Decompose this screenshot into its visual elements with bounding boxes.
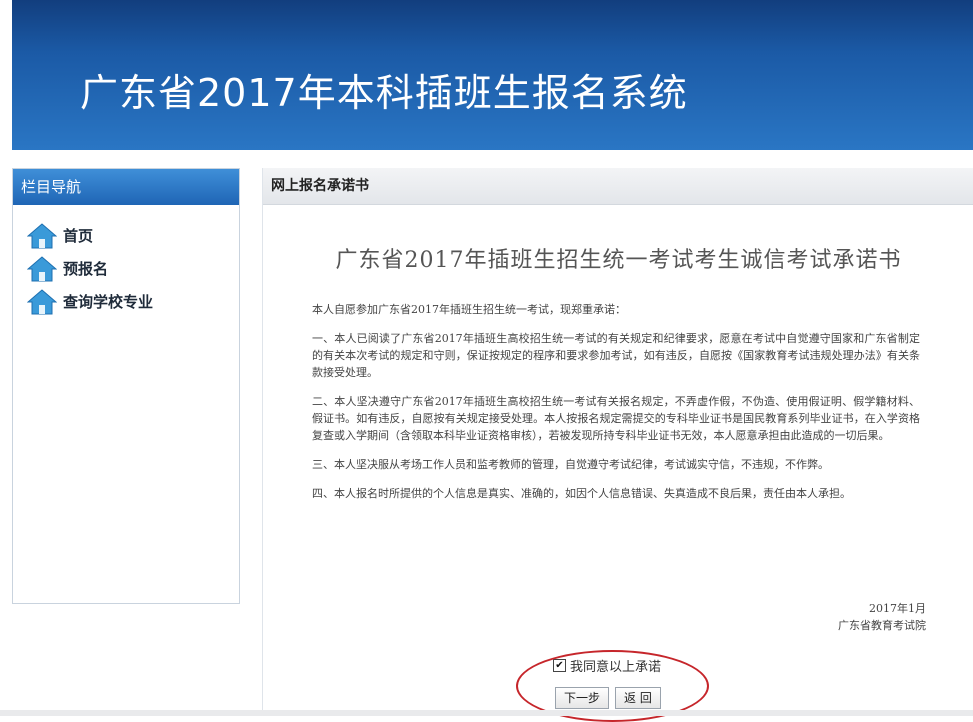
signature-block: 2017年1月 广东省教育考试院 xyxy=(838,600,926,634)
document-paragraph: 三、本人坚决服从考场工作人员和监考教师的管理，自觉遵守考试纪律，考试诚实守信，不… xyxy=(312,458,829,471)
sidebar-header: 栏目导航 xyxy=(13,169,239,205)
document-body: 本人自愿参加广东省2017年插班生招生统一考试，现郑重承诺： 一、本人已阅读了广… xyxy=(312,301,920,514)
sidebar-item-query-school-major[interactable]: 查询学校专业 xyxy=(27,285,239,318)
sidebar-nav: 首页 预报名 查询学校专业 xyxy=(13,205,239,318)
sidebar: 栏目导航 首页 预报名 查询学校专业 xyxy=(12,168,240,604)
back-button[interactable]: 返 回 xyxy=(615,687,661,709)
checkbox-checked-icon[interactable]: ✔ xyxy=(553,659,566,672)
document-paragraph: 本人自愿参加广东省2017年插班生招生统一考试，现郑重承诺： xyxy=(312,303,626,316)
agree-label: 我同意以上承诺 xyxy=(570,660,662,675)
sidebar-item-preregister[interactable]: 预报名 xyxy=(27,252,239,285)
agree-checkbox[interactable]: ✔ 我同意以上承诺 xyxy=(553,656,661,675)
home-icon xyxy=(27,288,57,314)
home-icon xyxy=(27,222,57,248)
action-buttons: 下一步 返 回 xyxy=(555,687,661,709)
signature-date: 2017年1月 xyxy=(869,602,926,615)
sidebar-item-label: 查询学校专业 xyxy=(63,293,154,311)
sidebar-item-label: 首页 xyxy=(63,227,94,245)
main-panel: 网上报名承诺书 广东省2017年插班生招生统一考试考生诚信考试承诺书 本人自愿参… xyxy=(262,168,973,716)
home-icon xyxy=(27,255,57,281)
signature-org: 广东省教育考试院 xyxy=(838,619,926,632)
document-paragraph: 四、本人报名时所提供的个人信息是真实、准确的，如因个人信息错误、失真造成不良后果… xyxy=(312,487,851,500)
sidebar-item-label: 预报名 xyxy=(63,260,109,278)
site-title: 广东省2017年本科插班生报名系统 xyxy=(80,71,688,115)
site-banner: 广东省2017年本科插班生报名系统 xyxy=(12,0,973,150)
next-step-button[interactable]: 下一步 xyxy=(555,687,610,709)
document-title: 广东省2017年插班生招生统一考试考生诚信考试承诺书 xyxy=(335,248,902,273)
document-paragraph: 二、本人坚决遵守广东省2017年插班生高校招生统一考试有关报名规定，不弄虚作假，… xyxy=(312,395,920,442)
window-bottom-edge xyxy=(0,710,973,716)
sidebar-item-home[interactable]: 首页 xyxy=(27,219,239,252)
document-paragraph: 一、本人已阅读了广东省2017年插班生高校招生统一考试的有关规定和纪律要求，愿意… xyxy=(312,332,920,379)
panel-title: 网上报名承诺书 xyxy=(263,168,973,205)
